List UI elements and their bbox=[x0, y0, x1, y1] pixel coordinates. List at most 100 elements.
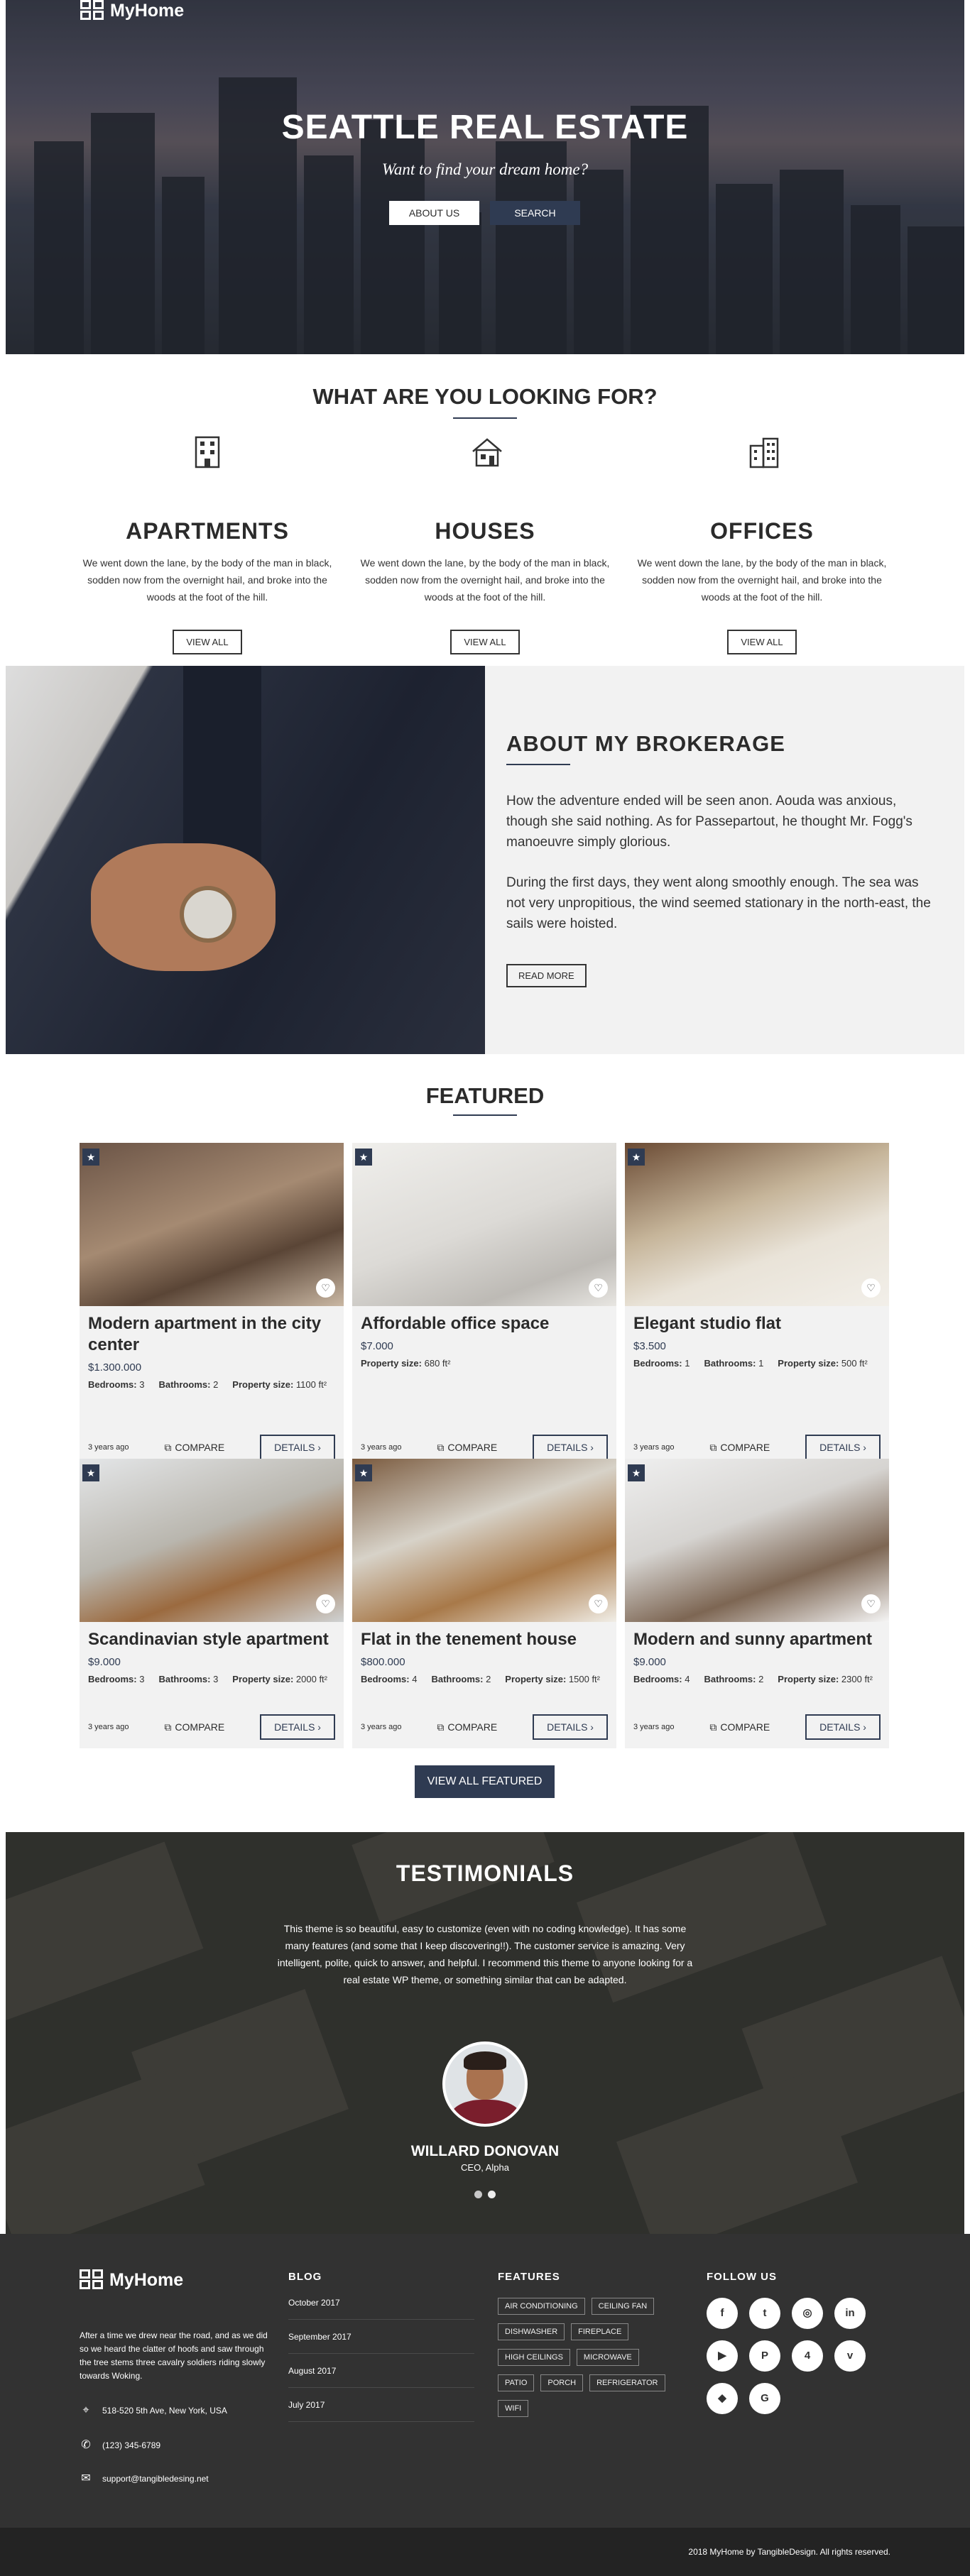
compare-button[interactable]: ⧉ COMPARE bbox=[164, 1442, 224, 1454]
heart-icon[interactable]: ♡ bbox=[589, 1278, 608, 1298]
bedrooms: Bedrooms: 3 bbox=[88, 1674, 145, 1684]
feature-tag[interactable]: FIREPLACE bbox=[571, 2323, 629, 2340]
listing-card[interactable]: ★ ♡ Modern apartment in the city center … bbox=[80, 1143, 344, 1469]
blog-archive-link[interactable]: September 2017 bbox=[288, 2332, 474, 2354]
title-underline bbox=[453, 417, 517, 419]
compare-button[interactable]: ⧉ COMPARE bbox=[709, 1721, 770, 1733]
view-all-offices-button[interactable]: VIEW ALL bbox=[727, 630, 797, 654]
blog-archive-link[interactable]: October 2017 bbox=[288, 2298, 474, 2320]
feature-tag[interactable]: WIFI bbox=[498, 2400, 529, 2417]
site-logo[interactable]: MyHome bbox=[80, 0, 184, 21]
listing-image[interactable]: ★ ♡ bbox=[625, 1459, 889, 1622]
details-button[interactable]: DETAILS › bbox=[805, 1714, 881, 1740]
footer-bottom-bar: 2018 MyHome by TangibleDesign. All right… bbox=[0, 2528, 970, 2576]
listing-card[interactable]: ★ ♡ Scandinavian style apartment $9.000 … bbox=[80, 1459, 344, 1748]
star-icon: ★ bbox=[355, 1149, 372, 1166]
hero-title: SEATTLE REAL ESTATE bbox=[281, 109, 689, 146]
linkedin-icon[interactable]: in bbox=[834, 2298, 866, 2329]
view-all-apartments-button[interactable]: VIEW ALL bbox=[173, 630, 242, 654]
google-icon[interactable]: G bbox=[749, 2383, 780, 2414]
office-building-icon bbox=[748, 436, 779, 468]
listing-age: 3 years ago bbox=[361, 1443, 402, 1452]
compare-button[interactable]: ⧉ COMPARE bbox=[437, 1721, 497, 1733]
property-size: Property size: 2000 ft² bbox=[232, 1674, 327, 1684]
listing-title[interactable]: Elegant studio flat bbox=[633, 1313, 881, 1334]
listing-specs: Bedrooms: 1 Bathrooms: 1 Property size: 50… bbox=[633, 1358, 881, 1369]
feature-tag[interactable]: HIGH CEILINGS bbox=[498, 2349, 570, 2366]
facebook-icon[interactable]: f bbox=[707, 2298, 738, 2329]
footer-email[interactable]: ✉ support@tangibledesing.net bbox=[80, 2471, 208, 2485]
heart-icon[interactable]: ♡ bbox=[861, 1278, 881, 1298]
listing-title[interactable]: Scandinavian style apartment bbox=[88, 1629, 335, 1650]
listing-title[interactable]: Modern and sunny apartment bbox=[633, 1629, 881, 1650]
listing-image[interactable]: ★ ♡ bbox=[80, 1459, 344, 1622]
view-all-featured-button[interactable]: VIEW ALL FEATURED bbox=[415, 1765, 555, 1798]
hero-banner: MyHome SEATTLE REAL ESTATE Want to find … bbox=[6, 0, 964, 354]
footer-phone[interactable]: ✆ (123) 345-6789 bbox=[80, 2438, 160, 2452]
details-button[interactable]: DETAILS › bbox=[805, 1435, 881, 1460]
compare-button[interactable]: ⧉ COMPARE bbox=[437, 1442, 497, 1454]
instagram-icon[interactable]: ◎ bbox=[792, 2298, 823, 2329]
footer-logo[interactable]: MyHome bbox=[80, 2269, 183, 2291]
listing-image[interactable]: ★ ♡ bbox=[625, 1143, 889, 1306]
testimonial-quote: This theme is so beautiful, easy to cust… bbox=[277, 1923, 693, 1985]
blog-archive-link[interactable]: July 2017 bbox=[288, 2400, 474, 2422]
view-all-houses-button[interactable]: VIEW ALL bbox=[450, 630, 520, 654]
pinterest-icon[interactable]: P bbox=[749, 2340, 780, 2372]
testimonial-avatar bbox=[442, 2041, 528, 2127]
heart-icon[interactable]: ♡ bbox=[316, 1594, 335, 1613]
vimeo-icon[interactable]: v bbox=[834, 2340, 866, 2372]
dropbox-icon[interactable]: ◆ bbox=[707, 2383, 738, 2414]
details-button[interactable]: DETAILS › bbox=[260, 1435, 335, 1460]
listing-card[interactable]: ★ ♡ Elegant studio flat $3.500 Bedrooms:… bbox=[625, 1143, 889, 1469]
listing-card[interactable]: ★ ♡ Modern and sunny apartment $9.000 Be… bbox=[625, 1459, 889, 1748]
listing-image[interactable]: ★ ♡ bbox=[352, 1143, 616, 1306]
compare-button[interactable]: ⧉ COMPARE bbox=[164, 1721, 224, 1733]
details-button[interactable]: DETAILS › bbox=[533, 1435, 608, 1460]
compare-button[interactable]: ⧉ COMPARE bbox=[709, 1442, 770, 1454]
testimonial-role: CEO, Alpha bbox=[461, 2162, 509, 2173]
feature-tag[interactable]: MICROWAVE bbox=[576, 2349, 639, 2366]
listing-footer: 3 years ago ⧉ COMPARE DETAILS › bbox=[633, 1714, 881, 1740]
listing-price: $800.000 bbox=[361, 1656, 405, 1668]
hero-subtitle: Want to find your dream home? bbox=[381, 160, 589, 178]
carousel-dots bbox=[6, 2191, 964, 2198]
star-icon: ★ bbox=[355, 1464, 372, 1481]
listing-image[interactable]: ★ ♡ bbox=[352, 1459, 616, 1622]
logo-text: MyHome bbox=[109, 2269, 184, 2290]
logo-icon bbox=[80, 2269, 105, 2291]
about-us-button[interactable]: ABOUT US bbox=[389, 201, 479, 225]
listing-title[interactable]: Flat in the tenement house bbox=[361, 1629, 608, 1650]
foursquare-icon[interactable]: 4 bbox=[792, 2340, 823, 2372]
listing-specs: Bedrooms: 3 Bathrooms: 3 Property size: 20… bbox=[88, 1674, 335, 1684]
twitter-icon[interactable]: t bbox=[749, 2298, 780, 2329]
feature-tag[interactable]: REFRIGERATOR bbox=[589, 2374, 665, 2391]
listing-title[interactable]: Affordable office space bbox=[361, 1313, 608, 1334]
youtube-icon[interactable]: ▶ bbox=[707, 2340, 738, 2372]
compare-icon: ⧉ bbox=[437, 1441, 445, 1453]
read-more-button[interactable]: READ MORE bbox=[506, 964, 587, 987]
feature-tag[interactable]: AIR CONDITIONING bbox=[498, 2298, 585, 2315]
listing-age: 3 years ago bbox=[633, 1723, 675, 1731]
blog-archive-link[interactable]: August 2017 bbox=[288, 2366, 474, 2388]
heart-icon[interactable]: ♡ bbox=[316, 1278, 335, 1298]
section-title-featured: FEATURED bbox=[425, 1083, 545, 1108]
carousel-dot-1[interactable] bbox=[474, 2191, 482, 2198]
carousel-dot-2[interactable] bbox=[488, 2191, 496, 2198]
details-button[interactable]: DETAILS › bbox=[260, 1714, 335, 1740]
feature-tag[interactable]: PATIO bbox=[498, 2374, 535, 2391]
listing-title[interactable]: Modern apartment in the city center bbox=[88, 1313, 335, 1356]
feature-tag[interactable]: CEILING FAN bbox=[591, 2298, 655, 2315]
listing-card[interactable]: ★ ♡ Flat in the tenement house $800.000 … bbox=[352, 1459, 616, 1748]
bedrooms: Bedrooms: 4 bbox=[361, 1674, 418, 1684]
search-button[interactable]: SEARCH bbox=[490, 201, 580, 225]
feature-tag[interactable]: PORCH bbox=[540, 2374, 584, 2391]
listing-card[interactable]: ★ ♡ Affordable office space $7.000 Prope… bbox=[352, 1143, 616, 1469]
heart-icon[interactable]: ♡ bbox=[589, 1594, 608, 1613]
heart-icon[interactable]: ♡ bbox=[861, 1594, 881, 1613]
category-text: We went down the lane, by the body of th… bbox=[82, 557, 332, 603]
details-button[interactable]: DETAILS › bbox=[533, 1714, 608, 1740]
feature-tag[interactable]: DISHWASHER bbox=[498, 2323, 565, 2340]
listing-age: 3 years ago bbox=[361, 1723, 402, 1731]
listing-image[interactable]: ★ ♡ bbox=[80, 1143, 344, 1306]
